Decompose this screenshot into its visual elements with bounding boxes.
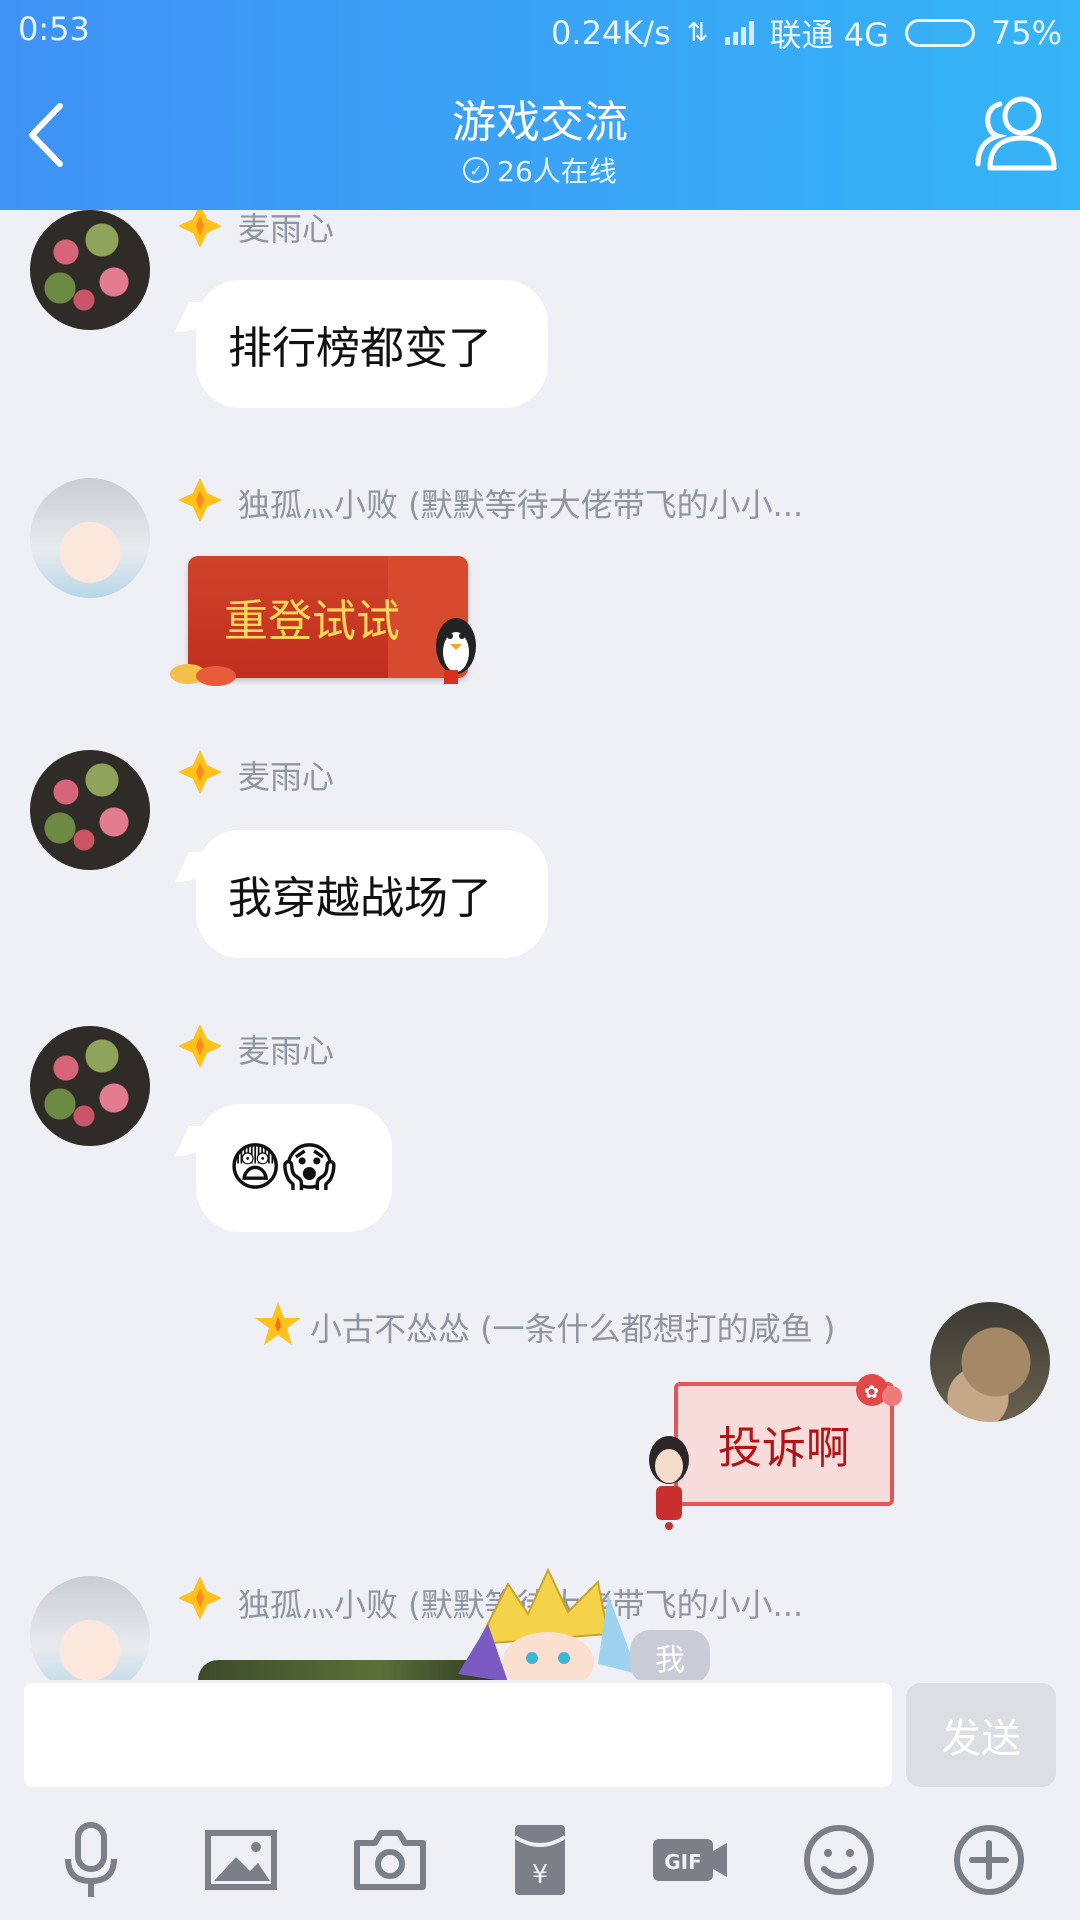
sender-name[interactable]: 麦雨心 xyxy=(238,752,334,798)
gif-icon[interactable]: GIF xyxy=(647,1817,733,1903)
sticker-text: 重登试试 xyxy=(224,596,400,647)
avatar[interactable] xyxy=(30,1026,150,1146)
page-title: 游戏交流 xyxy=(452,97,628,148)
camera-icon[interactable] xyxy=(347,1817,433,1903)
status-bar: 0:53 0.24K/s ⇅ 联通 4G 75% xyxy=(0,10,1080,54)
signal-icon xyxy=(724,21,754,45)
avatar[interactable] xyxy=(30,1576,150,1680)
input-toolbar: ¥ GIF xyxy=(0,1800,1080,1920)
microphone-icon[interactable] xyxy=(48,1817,134,1903)
image-icon[interactable] xyxy=(198,1817,284,1903)
message-bubble[interactable]: 我穿越战场了 xyxy=(196,830,548,958)
carrier-label: 联通 4G xyxy=(769,16,889,54)
sender-name[interactable]: 小古不怂怂 (一条什么都想打的咸鱼 ) xyxy=(310,1304,835,1350)
my-avatar[interactable] xyxy=(930,1302,1050,1422)
member-badge-icon xyxy=(178,210,222,248)
member-badge-icon xyxy=(178,1576,222,1620)
chat-header: 0:53 0.24K/s ⇅ 联通 4G 75% 游戏交流 ✓ 26人在线 xyxy=(0,0,1080,210)
sticker-text: 投诉啊 xyxy=(718,1423,850,1474)
input-bar: 发送 xyxy=(0,1680,1080,1800)
message-list[interactable]: 麦雨心 排行榜都变了 独孤灬小败 (默默等待大佬带飞的小小... 重登试试 麦雨… xyxy=(0,210,1080,1680)
svg-text:¥: ¥ xyxy=(532,1860,549,1890)
character-sticker-icon xyxy=(649,1436,689,1530)
message-bubble[interactable]: 排行榜都变了 xyxy=(196,280,548,408)
penguin-icon xyxy=(436,618,476,684)
message-input[interactable] xyxy=(24,1683,892,1787)
battery-percent: 75% xyxy=(990,14,1062,52)
svg-text:GIF: GIF xyxy=(664,1850,702,1874)
me-tag: 我 xyxy=(630,1630,710,1680)
character-sticker-icon xyxy=(458,1567,638,1680)
member-badge-icon xyxy=(178,478,222,522)
network-speed: 0.24K/s xyxy=(551,14,671,52)
member-badge-icon xyxy=(178,750,222,794)
sender-name[interactable]: 独孤灬小败 (默默等待大佬带飞的小小... xyxy=(238,480,803,526)
status-time: 0:53 xyxy=(18,10,90,48)
avatar[interactable] xyxy=(30,210,150,330)
data-arrows-icon: ⇅ xyxy=(686,18,709,48)
emoji-icon[interactable] xyxy=(796,1817,882,1903)
member-badge-icon xyxy=(255,1302,301,1345)
status-right: 0.24K/s ⇅ 联通 4G 75% xyxy=(551,10,1062,56)
flower-decoration-icon: ✿ xyxy=(856,1374,902,1406)
battery-icon xyxy=(904,19,975,47)
plus-icon[interactable] xyxy=(946,1817,1032,1903)
svg-text:✿: ✿ xyxy=(864,1382,879,1403)
group-members-icon[interactable] xyxy=(972,92,1058,172)
message-bubble[interactable]: 😨😱 xyxy=(196,1104,392,1232)
online-count-label: 26人在线 xyxy=(497,155,617,188)
online-count[interactable]: ✓ 26人在线 xyxy=(0,150,1080,190)
gold-coins-icon xyxy=(170,664,236,686)
member-badge-icon xyxy=(178,1024,222,1068)
sender-name[interactable]: 麦雨心 xyxy=(238,210,334,250)
send-button[interactable]: 发送 xyxy=(906,1683,1056,1787)
chevron-down-icon: ✓ xyxy=(463,157,490,183)
red-packet-icon[interactable]: ¥ xyxy=(497,1817,583,1903)
avatar[interactable] xyxy=(30,750,150,870)
sender-name[interactable]: 麦雨心 xyxy=(238,1026,334,1072)
avatar[interactable] xyxy=(30,478,150,598)
